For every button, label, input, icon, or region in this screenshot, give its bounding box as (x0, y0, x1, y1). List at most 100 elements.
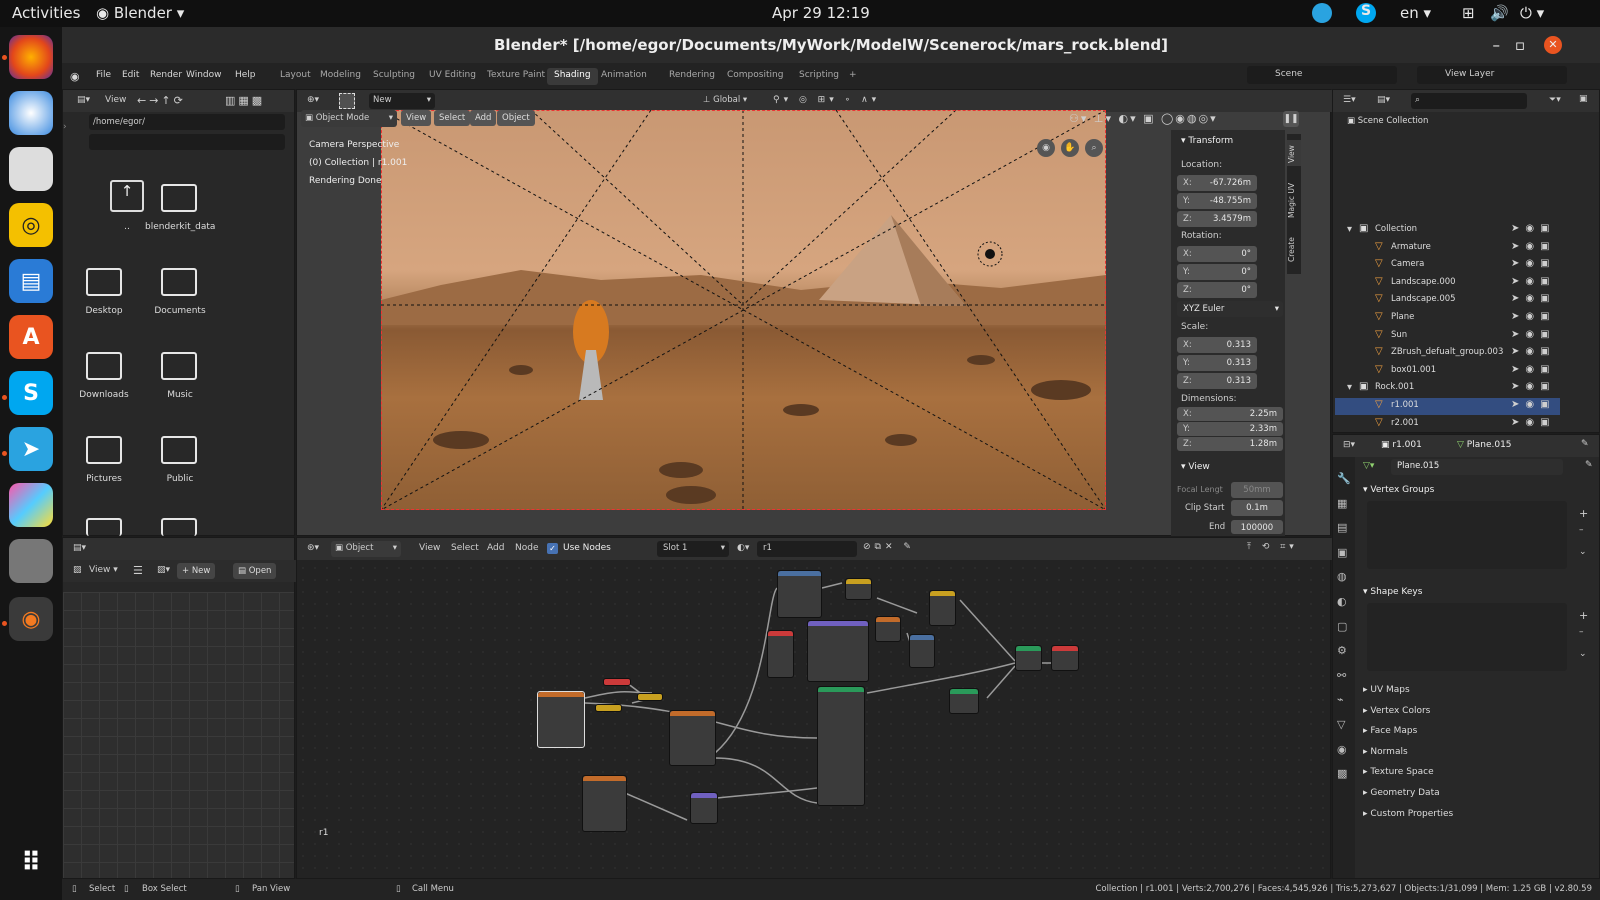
focal-length-field[interactable]: 50mm (1231, 482, 1283, 498)
folder-icon[interactable] (86, 268, 122, 296)
visibility-toggle-icons[interactable]: ➤◉▣ (1511, 241, 1556, 252)
section-header-custom-properties[interactable]: ▸ Custom Properties (1363, 809, 1453, 819)
section-header-vertex-colors[interactable]: ▸ Vertex Colors (1363, 706, 1430, 716)
thunderbird-icon[interactable] (9, 91, 53, 135)
visibility-toggle-icons[interactable]: ➤◉▣ (1511, 417, 1556, 428)
clock[interactable]: Apr 29 12:19 (772, 4, 870, 22)
hamburger-icon[interactable]: ☰ (133, 564, 143, 577)
transform-section-header[interactable]: ▾ Transform (1181, 136, 1233, 146)
telegram-icon[interactable]: ➤ (9, 427, 53, 471)
folder-icon[interactable] (86, 518, 122, 536)
filename-field[interactable] (89, 134, 285, 150)
scale-y-field[interactable]: Y: 0.313 (1177, 355, 1257, 371)
skype-icon[interactable]: S (9, 371, 53, 415)
shape-key-menu-icon[interactable]: ⌄ (1579, 649, 1587, 659)
volume-icon[interactable]: 🔊 (1490, 4, 1509, 22)
folder-label-music[interactable]: Music (145, 390, 215, 400)
gimp-icon[interactable] (9, 539, 53, 583)
3d-viewport[interactable]: ⊕▾ New ▾ ⊥ Global ▾ ⚲▾ ◎ ⊞▾ ∘ ∧▾ ▣ Objec… (296, 89, 1332, 536)
dimension-y-field[interactable]: Y: 2.33m (1177, 422, 1283, 436)
snapping-icons[interactable]: ⚲▾ ◎ ⊞▾ ∘ ∧▾ (773, 95, 880, 105)
group-node[interactable] (807, 620, 869, 682)
tab-magic-uv[interactable]: Magic UV (1287, 176, 1301, 218)
directory-path-field[interactable]: /home/egor/ (89, 114, 285, 130)
folder-label-pictures[interactable]: Pictures (69, 474, 139, 484)
menu-view[interactable]: View ▾ (89, 565, 118, 575)
outliner-search-field[interactable]: ⌕ (1411, 93, 1527, 109)
power-icon[interactable]: ⏻ ▾ (1520, 4, 1544, 22)
editor-type-icon[interactable]: ▤▾ (77, 95, 90, 105)
navigation-icons[interactable]: ←→↑⟳ (137, 94, 186, 107)
shape-keys-header[interactable]: ▾ Shape Keys (1363, 587, 1422, 597)
shader-node-editor[interactable]: ⊛▾ ▣ Object ▾ View Select Add Node ✓ Use … (296, 537, 1332, 879)
clip-start-field[interactable]: 0.1m (1231, 500, 1283, 516)
mapping-node[interactable] (637, 693, 663, 701)
location-y-field[interactable]: Y: -48.755m (1177, 193, 1257, 209)
clip-end-field[interactable]: 100000 (1231, 520, 1283, 534)
network-icon[interactable]: ⊞ (1462, 4, 1475, 22)
visibility-toggle-icons[interactable]: ➤◉▣ (1511, 223, 1556, 234)
rotation-mode-dropdown[interactable]: XYZ Euler ▾ (1177, 301, 1283, 317)
tab-create[interactable]: Create (1287, 226, 1301, 262)
new-collection-icon[interactable]: ▣ (1579, 94, 1588, 104)
app-menu[interactable]: ◉ Blender ▾ (96, 4, 184, 22)
breadcrumb-mesh[interactable]: ▽ Plane.015 (1457, 440, 1512, 450)
language-indicator[interactable]: en ▾ (1400, 4, 1431, 22)
folder-icon[interactable] (161, 436, 197, 464)
menu-window[interactable]: Window (186, 70, 222, 80)
collapse-arrow-icon[interactable]: › (63, 122, 71, 138)
mesh-name-field[interactable]: Plane.015 (1391, 459, 1563, 475)
writer-icon[interactable]: ▤ (9, 259, 53, 303)
transform-orientation-dropdown[interactable]: ⊥ Global ▾ (699, 93, 763, 109)
math-node[interactable] (767, 630, 794, 678)
view-layer-selector[interactable]: View Layer (1417, 66, 1567, 84)
tab-compositing[interactable]: Compositing (720, 68, 790, 85)
location-x-field[interactable]: X: -67.726m (1177, 175, 1257, 191)
tab-layout[interactable]: Layout (273, 68, 318, 85)
blender-logo-icon[interactable]: ◉ (70, 70, 80, 83)
visibility-toggle-icons[interactable]: ➤◉▣ (1511, 381, 1556, 392)
visibility-toggle-icons[interactable]: ➤◉▣ (1511, 276, 1556, 287)
tab-rendering[interactable]: Rendering (662, 68, 722, 85)
rotation-z-field[interactable]: Z: 0° (1177, 282, 1257, 298)
tab-view[interactable]: View (1287, 140, 1301, 166)
outliner-row[interactable]: ▽ box01.001 ➤◉▣ (1335, 363, 1560, 380)
editor-type-icon[interactable]: ⊕▾ (307, 95, 319, 105)
vertex-groups-header[interactable]: ▾ Vertex Groups (1363, 485, 1434, 495)
tab-modeling[interactable]: Modeling (313, 68, 368, 85)
scale-z-field[interactable]: Z: 0.313 (1177, 373, 1257, 389)
skype-tray-icon[interactable]: S (1356, 3, 1376, 23)
converter-node[interactable] (929, 590, 956, 626)
editor-type-icon[interactable]: ☰▾ (1343, 95, 1356, 105)
breadcrumb-object[interactable]: ▣ r1.001 (1381, 440, 1422, 450)
menu-file[interactable]: File (96, 70, 111, 80)
section-header-face-maps[interactable]: ▸ Face Maps (1363, 726, 1417, 736)
add-workspace-icon[interactable]: + (842, 68, 864, 85)
vector-node[interactable] (595, 704, 622, 712)
outliner-row[interactable]: ▾ ▣ Collection ➤◉▣ (1335, 222, 1560, 239)
visibility-toggle-icons[interactable]: ➤◉▣ (1511, 258, 1556, 269)
outliner-row[interactable]: ▽ Armature ➤◉▣ (1335, 240, 1560, 257)
folder-label-documents[interactable]: Documents (145, 306, 215, 316)
scale-x-field[interactable]: X: 0.313 (1177, 337, 1257, 353)
separate-node[interactable] (845, 578, 872, 600)
telegram-tray-icon[interactable] (1312, 3, 1332, 23)
add-shape-key-icon[interactable]: + (1579, 609, 1588, 622)
pause-render-icon[interactable]: ❚❚ (1283, 111, 1299, 127)
outliner-row[interactable]: ▽ Landscape.000 ➤◉▣ (1335, 275, 1560, 292)
software-icon[interactable]: A (9, 315, 53, 359)
tab-scripting[interactable]: Scripting (792, 68, 846, 85)
section-header-uv-maps[interactable]: ▸ UV Maps (1363, 685, 1410, 695)
maximize-button[interactable]: ▫ (1515, 27, 1525, 63)
outliner-row[interactable]: ▽ ZBrush_defualt_group.003 ➤◉▣ (1335, 345, 1560, 362)
viewport-menu-add[interactable]: Add (470, 110, 497, 126)
new-image-dropdown[interactable]: New ▾ (369, 93, 435, 109)
editor-type-icon[interactable]: ⊟▾ (1343, 440, 1355, 450)
tab-sculpting[interactable]: Sculpting (366, 68, 422, 85)
dimension-z-field[interactable]: Z: 1.28m (1177, 437, 1283, 451)
folder-icon[interactable] (161, 352, 197, 380)
tab-texture-paint[interactable]: Texture Paint (480, 68, 552, 85)
vector-math-node[interactable] (909, 634, 935, 668)
visibility-toggle-icons[interactable]: ➤◉▣ (1511, 364, 1556, 375)
bump-node[interactable] (690, 792, 718, 824)
